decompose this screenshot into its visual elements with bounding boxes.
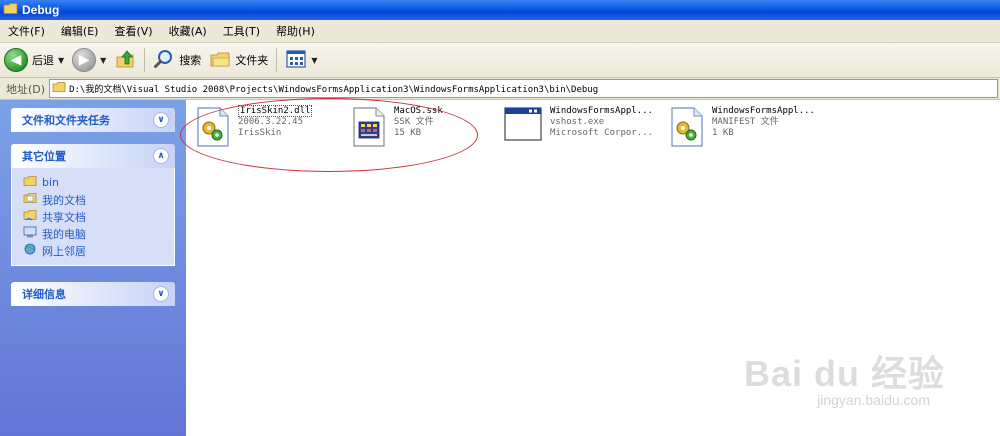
forward-button[interactable]: ▶ ▼ [68, 46, 110, 74]
folders-label: 文件夹 [235, 54, 269, 67]
views-dropdown-icon[interactable]: ▼ [311, 56, 317, 65]
file-company: Microsoft Corpor... [550, 128, 653, 138]
address-folder-icon [50, 81, 66, 96]
back-button[interactable]: ◀ 后退 ▼ [0, 46, 68, 74]
file-tasks-title: 文件和文件夹任务 [22, 114, 110, 127]
address-input[interactable]: D:\我的文档\Visual Studio 2008\Projects\Wind… [49, 79, 998, 98]
chevron-down-icon[interactable]: ∨ [153, 286, 169, 302]
file-item-vshost-exe[interactable]: WindowsFormsAppl... vshost.exe Microsoft… [504, 106, 653, 147]
views-icon [285, 48, 307, 73]
up-button[interactable] [110, 46, 140, 74]
file-company: IrisSkin [238, 128, 282, 138]
manifest-gear-icon [670, 106, 704, 151]
other-place-my-computer[interactable]: 我的电脑 [23, 225, 174, 242]
other-place-label: bin [42, 176, 60, 189]
other-place-my-documents[interactable]: 我的文档 [23, 191, 174, 208]
back-dropdown-icon[interactable]: ▼ [58, 56, 64, 65]
watermark-logo: Bai du 经验 [743, 353, 945, 394]
other-places-header[interactable]: 其它位置 ∧ [11, 144, 175, 168]
views-button[interactable]: ▼ [281, 46, 321, 74]
file-tasks-header[interactable]: 文件和文件夹任务 ∨ [11, 108, 175, 132]
exe-window-icon [504, 106, 542, 147]
file-item-manifest[interactable]: WindowsFormsAppl... MANIFEST 文件 1 KB [670, 106, 815, 151]
other-place-network[interactable]: 网上邻居 [23, 242, 174, 259]
menu-tools[interactable]: 工具(T) [215, 23, 268, 39]
chevron-down-icon[interactable]: ∨ [153, 112, 169, 128]
file-tasks-section: 文件和文件夹任务 ∨ [11, 108, 175, 132]
file-version: 2006.3.22.45 [238, 117, 304, 127]
watermark-url: jingyan.baidu.com [817, 392, 930, 408]
file-description: vshost.exe [550, 117, 605, 127]
window-title: Debug [22, 3, 60, 17]
folders-button[interactable]: 文件夹 [205, 46, 272, 74]
details-title: 详细信息 [22, 288, 66, 301]
my-computer-icon [23, 226, 37, 241]
search-icon [153, 48, 175, 73]
address-label: 地址(D) [6, 82, 46, 96]
folder-icon [3, 2, 18, 18]
menu-file[interactable]: 文件(F) [0, 23, 53, 39]
other-place-label: 我的电脑 [42, 227, 86, 241]
file-item-macos-ssk[interactable]: MacOS.ssk SSK 文件 15 KB [352, 106, 443, 151]
file-name: WindowsFormsAppl... [712, 106, 815, 116]
title-bar: Debug [0, 0, 1000, 20]
other-places-section: 其它位置 ∧ bin 我的文档 共享文档 我的电脑 网上邻居 [11, 144, 175, 266]
file-name: MacOS.ssk [394, 106, 443, 116]
other-place-label: 共享文档 [42, 210, 86, 224]
file-type: MANIFEST 文件 [712, 117, 779, 127]
toolbar-separator [276, 48, 278, 72]
file-size: 15 KB [394, 128, 422, 138]
search-button[interactable]: 搜索 [149, 46, 205, 74]
up-folder-icon [114, 48, 136, 73]
details-header[interactable]: 详细信息 ∨ [11, 282, 175, 306]
file-size: 1 KB [712, 128, 734, 138]
toolbar-separator [144, 48, 146, 72]
forward-dropdown-icon[interactable]: ▼ [100, 56, 106, 65]
file-type: SSK 文件 [394, 117, 434, 127]
other-place-label: 我的文档 [42, 193, 86, 207]
details-section: 详细信息 ∨ [11, 282, 175, 306]
shared-folder-icon [23, 209, 37, 224]
other-place-shared-documents[interactable]: 共享文档 [23, 208, 174, 225]
forward-arrow-icon: ▶ [72, 48, 97, 72]
my-documents-icon [23, 192, 37, 207]
toolbar: ◀ 后退 ▼ ▶ ▼ 搜索 文件夹 ▼ [0, 43, 1000, 78]
dll-gear-icon [196, 106, 230, 151]
file-item-irisskin[interactable]: IrisSkin2.dll 2006.3.22.45 IrisSkin [196, 105, 313, 151]
folder-icon [23, 175, 37, 190]
menu-help[interactable]: 帮助(H) [268, 23, 323, 39]
menu-view[interactable]: 查看(V) [106, 23, 160, 39]
menu-edit[interactable]: 编辑(E) [53, 23, 107, 39]
address-path: D:\我的文档\Visual Studio 2008\Projects\Wind… [69, 85, 599, 95]
other-places-list: bin 我的文档 共享文档 我的电脑 网上邻居 [11, 168, 175, 266]
other-place-label: 网上邻居 [42, 244, 86, 258]
other-place-bin[interactable]: bin [23, 174, 174, 191]
back-arrow-icon: ◀ [4, 48, 28, 72]
menu-bar: 文件(F) 编辑(E) 查看(V) 收藏(A) 工具(T) 帮助(H) [0, 20, 1000, 43]
ssk-file-icon [352, 106, 386, 151]
address-bar: 地址(D) D:\我的文档\Visual Studio 2008\Project… [0, 78, 1000, 100]
file-name: IrisSkin2.dll [238, 105, 313, 117]
menu-favorites[interactable]: 收藏(A) [161, 23, 215, 39]
search-label: 搜索 [179, 54, 202, 67]
task-pane: 文件和文件夹任务 ∨ 其它位置 ∧ bin 我的文档 共享文档 我的电脑 网上邻… [0, 100, 186, 436]
network-icon [23, 243, 37, 258]
file-name: WindowsFormsAppl... [550, 106, 653, 116]
back-label: 后退 [32, 54, 54, 67]
chevron-up-icon[interactable]: ∧ [153, 148, 169, 164]
folders-icon [209, 48, 231, 73]
other-places-title: 其它位置 [22, 150, 66, 163]
